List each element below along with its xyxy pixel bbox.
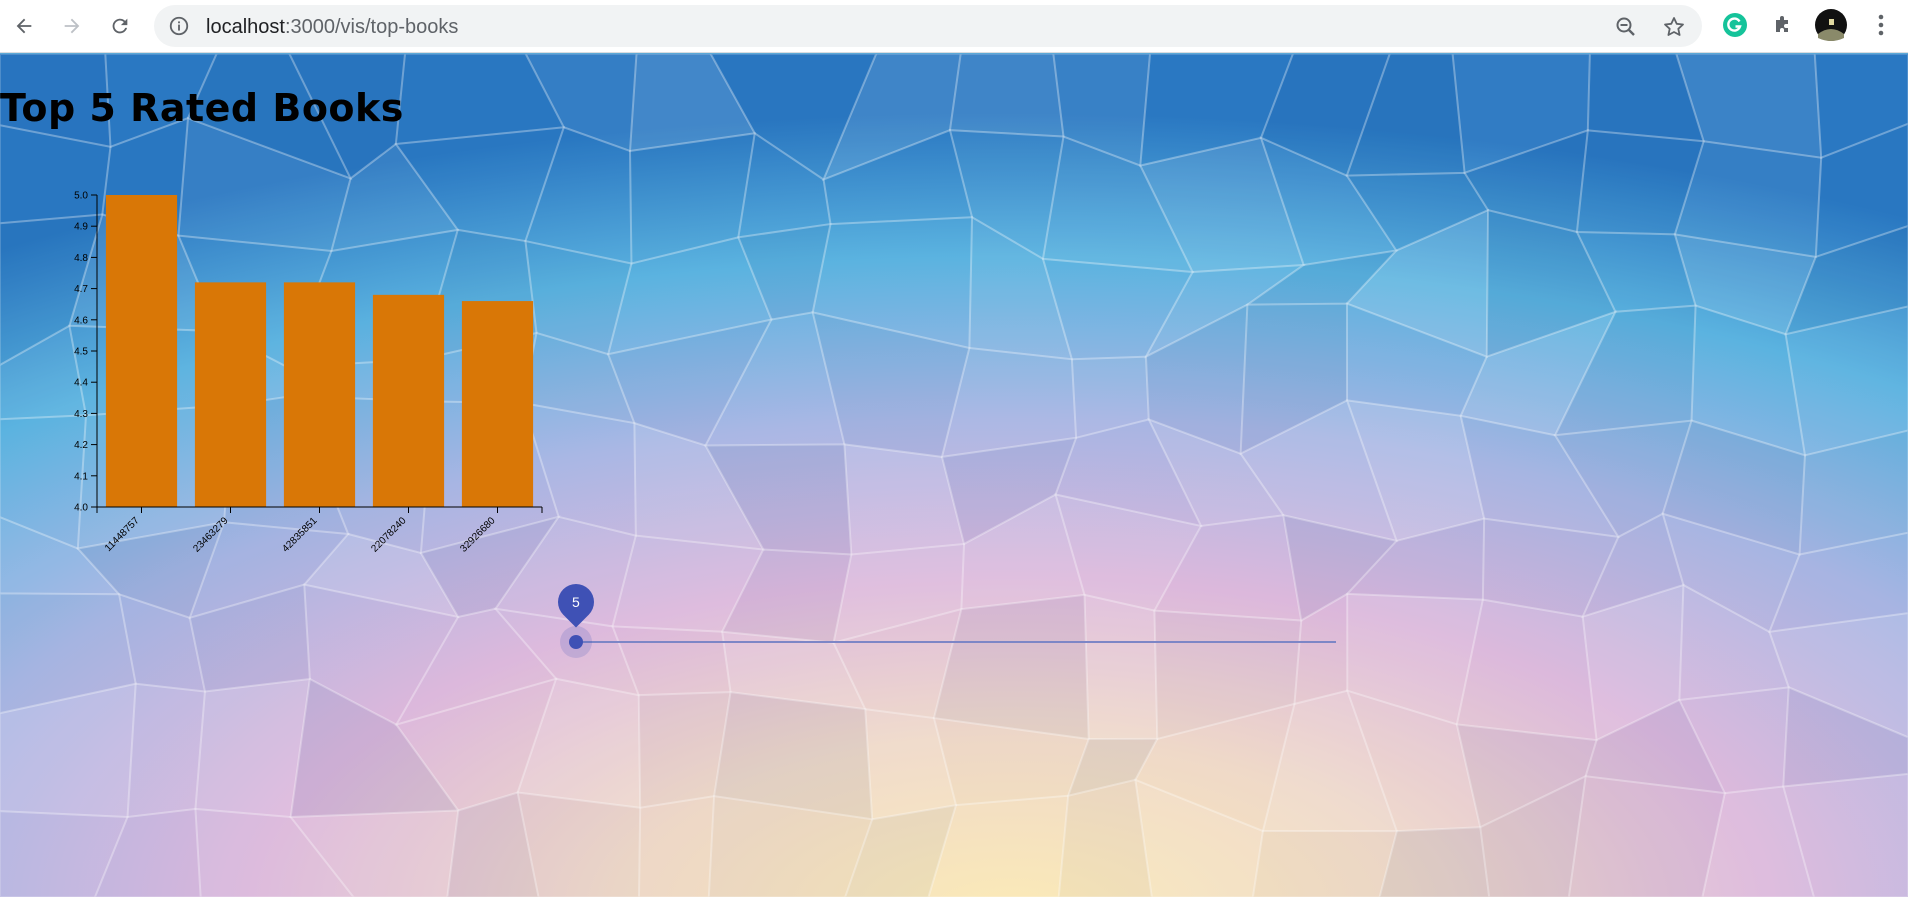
bar-32926680 — [461, 301, 534, 507]
y-tick-label: 4.9 — [74, 222, 88, 233]
bar-11448757 — [105, 195, 178, 507]
slider-value-text: 5 — [572, 594, 580, 611]
y-tick-label: 4.3 — [74, 409, 88, 420]
reload-button[interactable] — [104, 10, 136, 42]
back-button[interactable] — [8, 10, 40, 42]
y-tick-label: 4.5 — [74, 347, 88, 358]
extensions-puzzle-icon[interactable] — [1768, 10, 1798, 40]
slider-thumb[interactable] — [569, 635, 583, 649]
slider-rail[interactable] — [576, 641, 1336, 643]
url-path: :3000/vis/top-books — [284, 16, 459, 38]
top-n-slider[interactable]: 5 — [550, 576, 1350, 658]
x-tick-label: 22078240 — [369, 515, 409, 555]
grammarly-icon[interactable] — [1720, 10, 1750, 40]
profile-avatar[interactable] — [1814, 8, 1848, 42]
url-host: localhost — [206, 16, 285, 38]
forward-button[interactable] — [56, 10, 88, 42]
star-icon[interactable] — [1662, 15, 1686, 39]
bar-chart: 4.0 4.1 4.2 4.3 4.4 4.5 4.6 4.7 4.8 4.9 5.0 1144875… — [74, 191, 543, 555]
url-text[interactable]: localhost:3000/vis/top-books — [206, 16, 458, 39]
bar-22078240 — [372, 294, 445, 507]
y-tick-label: 4.1 — [74, 471, 88, 482]
y-tick-label: 5.0 — [74, 191, 88, 202]
x-tick-label: 11448757 — [103, 515, 142, 554]
menu-dots-icon[interactable] — [1866, 10, 1896, 40]
browser-toolbar: localhost:3000/vis/top-books — [0, 0, 1908, 53]
address-bar[interactable]: localhost:3000/vis/top-books — [154, 5, 1702, 47]
arrow-right-icon — [64, 18, 80, 34]
bar-23463279 — [194, 282, 267, 507]
y-tick-label: 4.2 — [74, 440, 88, 451]
y-tick-label: 4.6 — [74, 315, 88, 326]
page-content: Top 5 Rated Books 4.0 4.1 4.2 4.3 4.4 4.5 4.6 4… — [0, 54, 1908, 897]
y-tick-label: 4.7 — [74, 284, 88, 295]
x-tick-label: 42835851 — [280, 515, 320, 555]
bar-42835851 — [283, 282, 356, 507]
y-tick-label: 4.8 — [74, 253, 88, 264]
zoom-out-icon[interactable] — [1614, 15, 1638, 39]
y-tick-label: 4.0 — [74, 503, 88, 514]
x-tick-label: 32926680 — [458, 515, 498, 555]
arrow-left-icon — [16, 18, 32, 34]
y-tick-label: 4.4 — [74, 378, 88, 389]
reload-icon — [112, 18, 128, 34]
x-tick-label: 23463279 — [191, 515, 231, 555]
info-icon[interactable] — [168, 15, 190, 37]
